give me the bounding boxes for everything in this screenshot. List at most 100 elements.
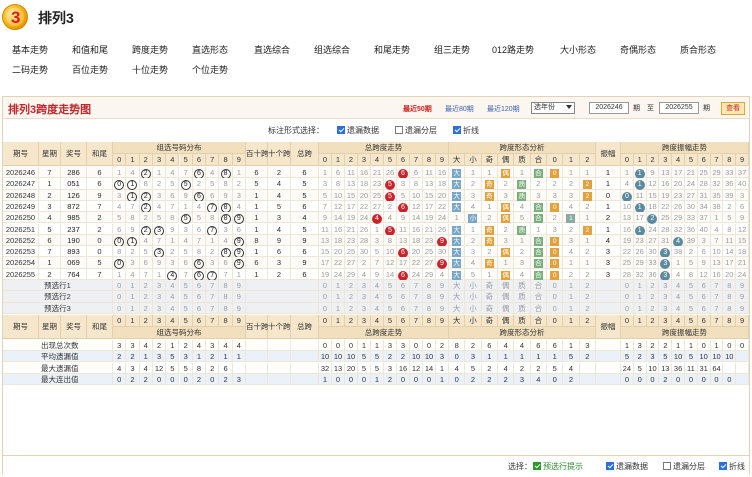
- predict-shape-cell[interactable]: 1: [563, 291, 580, 303]
- predict-digit-cell[interactable]: 3: [358, 302, 371, 314]
- predict-digit-cell[interactable]: 9: [232, 302, 246, 314]
- predict-digit-cell[interactable]: 8: [423, 302, 436, 314]
- predict-row-label[interactable]: 预选行2: [3, 291, 113, 303]
- predict-digit-cell[interactable]: 1: [633, 302, 647, 314]
- checkbox-icon[interactable]: [337, 126, 345, 134]
- predict-digit-cell[interactable]: 0: [621, 291, 634, 303]
- predict-digit-cell[interactable]: 8: [723, 291, 737, 303]
- predict-digit-cell[interactable]: 0: [113, 280, 127, 292]
- predict-digit-cell[interactable]: 8: [423, 280, 436, 292]
- footer-miss-data[interactable]: 遗漏数据: [606, 461, 648, 472]
- period-50[interactable]: 最近50期: [403, 104, 432, 114]
- predict-digit-cell[interactable]: 9: [436, 280, 449, 292]
- predict-digit-cell[interactable]: 3: [659, 280, 673, 292]
- predict-digit-cell[interactable]: 9: [736, 302, 749, 314]
- predict-digit-cell[interactable]: 7: [410, 291, 423, 303]
- nav-item[interactable]: 百位走势: [72, 63, 108, 76]
- predict-digit-cell[interactable]: 5: [179, 302, 193, 314]
- predict-shape-cell[interactable]: 偶: [498, 291, 515, 303]
- predict-shape-cell[interactable]: 奇: [481, 302, 498, 314]
- predict-digit-cell[interactable]: 1: [332, 291, 345, 303]
- nav-item[interactable]: 二码走势: [12, 63, 48, 76]
- predict-digit-cell[interactable]: 7: [710, 291, 724, 303]
- nav-item[interactable]: 直选形态: [192, 43, 228, 56]
- nav-item[interactable]: 大小形态: [560, 43, 596, 56]
- predict-digit-cell[interactable]: 3: [659, 302, 673, 314]
- predict-digit-cell[interactable]: 3: [152, 291, 167, 303]
- predict-shape-cell[interactable]: 0: [547, 302, 564, 314]
- predict-shape-cell[interactable]: 2: [579, 302, 596, 314]
- predict-digit-cell[interactable]: 7: [206, 291, 220, 303]
- predict-digit-cell[interactable]: 0: [621, 280, 634, 292]
- predict-digit-cell[interactable]: 1: [126, 280, 140, 292]
- nav-item[interactable]: 和尾走势: [374, 43, 410, 56]
- predict-digit-cell[interactable]: 2: [345, 280, 358, 292]
- predict-digit-cell[interactable]: 4: [166, 280, 180, 292]
- predict-digit-cell[interactable]: 7: [710, 302, 724, 314]
- predict-digit-cell[interactable]: 9: [736, 291, 749, 303]
- predict-shape-cell[interactable]: 大: [449, 302, 466, 314]
- predict-shape-cell[interactable]: 2: [579, 291, 596, 303]
- predict-digit-cell[interactable]: 6: [192, 302, 207, 314]
- checkbox-icon[interactable]: [453, 126, 461, 134]
- predict-digit-cell[interactable]: 4: [371, 280, 384, 292]
- predict-digit-cell[interactable]: 6: [697, 280, 711, 292]
- predict-digit-cell[interactable]: 5: [179, 280, 193, 292]
- predict-row-label[interactable]: 预选行3: [3, 302, 113, 314]
- footer-line[interactable]: 折线: [719, 461, 745, 472]
- predict-digit-cell[interactable]: 6: [192, 291, 207, 303]
- predict-digit-cell[interactable]: 9: [436, 291, 449, 303]
- predict-digit-cell[interactable]: 7: [710, 280, 724, 292]
- year-select[interactable]: 选年份: [531, 102, 575, 114]
- predict-digit-cell[interactable]: 1: [633, 291, 647, 303]
- predict-shape-cell[interactable]: 小: [465, 302, 482, 314]
- predict-digit-cell[interactable]: 1: [126, 302, 140, 314]
- period-80[interactable]: 最近80期: [445, 104, 474, 114]
- predict-digit-cell[interactable]: 1: [126, 291, 140, 303]
- predict-shape-cell[interactable]: 小: [465, 291, 482, 303]
- query-button[interactable]: 查看: [721, 102, 745, 115]
- predict-digit-cell[interactable]: 9: [436, 302, 449, 314]
- predict-digit-cell[interactable]: 6: [697, 291, 711, 303]
- predict-digit-cell[interactable]: 2: [139, 302, 153, 314]
- predict-digit-cell[interactable]: 2: [345, 302, 358, 314]
- predict-shape-cell[interactable]: 合: [530, 291, 547, 303]
- predict-shape-cell[interactable]: 1: [563, 280, 580, 292]
- predict-digit-cell[interactable]: 5: [384, 302, 397, 314]
- predict-digit-cell[interactable]: 9: [736, 280, 749, 292]
- nav-item[interactable]: 组选综合: [314, 43, 350, 56]
- predict-digit-cell[interactable]: 4: [672, 280, 685, 292]
- predict-row-label[interactable]: 预选行1: [3, 280, 113, 292]
- predict-digit-cell[interactable]: 4: [166, 291, 180, 303]
- predict-digit-cell[interactable]: 4: [166, 302, 180, 314]
- predict-digit-cell[interactable]: 6: [397, 291, 410, 303]
- predict-shape-cell[interactable]: 奇: [481, 280, 498, 292]
- checkbox-icon[interactable]: [606, 462, 614, 470]
- checkbox-icon[interactable]: [663, 462, 671, 470]
- option-miss-data[interactable]: 遗漏数据: [337, 125, 379, 136]
- predict-digit-cell[interactable]: 3: [358, 291, 371, 303]
- predict-digit-cell[interactable]: 6: [192, 280, 207, 292]
- predict-digit-cell[interactable]: 9: [232, 291, 246, 303]
- option-line[interactable]: 折线: [453, 125, 479, 136]
- predict-digit-cell[interactable]: 1: [332, 302, 345, 314]
- predict-digit-cell[interactable]: 2: [646, 302, 660, 314]
- to-issue-input[interactable]: 2026255: [659, 102, 699, 114]
- predict-shape-cell[interactable]: 小: [465, 280, 482, 292]
- predict-digit-cell[interactable]: 7: [410, 302, 423, 314]
- predict-digit-cell[interactable]: 8: [423, 291, 436, 303]
- predict-digit-cell[interactable]: 0: [319, 291, 332, 303]
- nav-item[interactable]: 质合形态: [680, 43, 716, 56]
- nav-item[interactable]: 跨度走势: [132, 43, 168, 56]
- predict-digit-cell[interactable]: 8: [723, 302, 737, 314]
- predict-shape-cell[interactable]: 大: [449, 291, 466, 303]
- predict-shape-cell[interactable]: 奇: [481, 291, 498, 303]
- predict-digit-cell[interactable]: 0: [319, 302, 332, 314]
- nav-item[interactable]: 直选综合: [254, 43, 290, 56]
- predict-digit-cell[interactable]: 0: [113, 302, 127, 314]
- predict-shape-cell[interactable]: 1: [563, 302, 580, 314]
- predict-digit-cell[interactable]: 4: [371, 302, 384, 314]
- nav-item[interactable]: 012路走势: [492, 43, 534, 56]
- predict-shape-cell[interactable]: 质: [514, 280, 531, 292]
- predict-digit-cell[interactable]: 2: [139, 291, 153, 303]
